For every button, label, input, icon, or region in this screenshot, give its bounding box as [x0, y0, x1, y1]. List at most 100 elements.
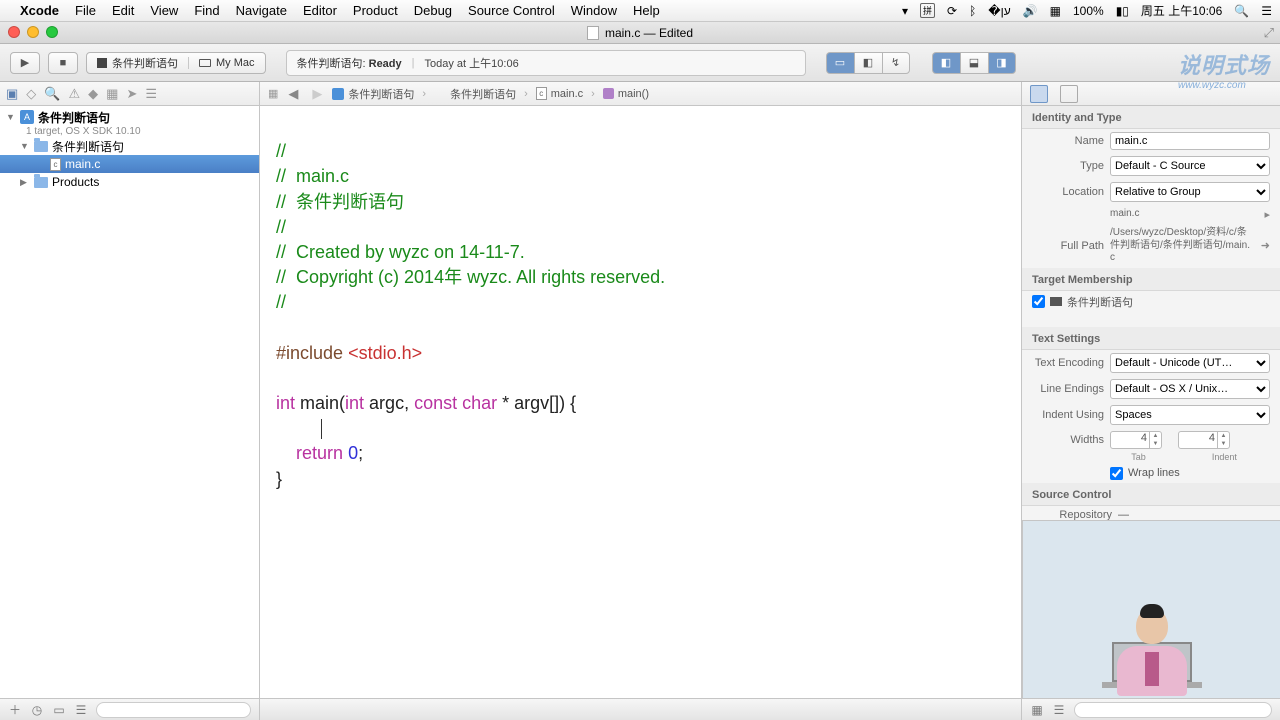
test-navigator-icon[interactable]: ◆ [88, 86, 98, 102]
library-list-icon[interactable]: ☰ [1052, 703, 1066, 717]
menu-help[interactable]: Help [633, 3, 660, 18]
tree-products-row[interactable]: ▶ Products [0, 173, 259, 191]
stop-button[interactable]: ■ [48, 52, 78, 74]
zoom-button[interactable] [46, 26, 58, 38]
source-editor[interactable]: // // main.c // 条件判断语句 // // Created by … [260, 106, 1022, 698]
source-control-header: Source Control [1022, 483, 1280, 506]
navigator-jump-inspector-bar: ▣ ◇ 🔍 ⚠ ◆ ▦ ➤ ☰ ▦ ◀ ▶ 条件判断语句 条件判断语句 cmai… [0, 82, 1280, 106]
scheme-selector[interactable]: 条件判断语句 My Mac [86, 52, 266, 74]
file-inspector-icon[interactable] [1030, 85, 1048, 103]
file-name-field[interactable] [1110, 132, 1270, 150]
filter-icon[interactable]: ☰ [74, 703, 88, 717]
editor-mode-group: ▭ ◧ ↯ [826, 52, 910, 74]
menuextra-volume-icon[interactable]: 🔊 [1023, 4, 1038, 18]
line-endings-select[interactable]: Default - OS X / Unix… [1110, 379, 1270, 399]
recent-files-icon[interactable]: ◷ [30, 703, 44, 717]
window-title: main.c — Edited [605, 26, 693, 40]
report-navigator-icon[interactable]: ☰ [145, 86, 157, 102]
menu-source-control[interactable]: Source Control [468, 3, 555, 18]
breakpoint-navigator-icon[interactable]: ➤ [126, 86, 137, 102]
run-button[interactable]: ▶ [10, 52, 40, 74]
tab-width-stepper[interactable]: 4▲▼ [1110, 431, 1162, 449]
menu-window[interactable]: Window [571, 3, 617, 18]
text-settings-header: Text Settings [1022, 327, 1280, 350]
tree-file-main-c[interactable]: c main.c [0, 155, 259, 173]
menu-view[interactable]: View [150, 3, 178, 18]
assistant-editor-button[interactable]: ◧ [854, 52, 882, 74]
target-membership-checkbox[interactable] [1032, 295, 1045, 308]
menuextra-bluetooth-icon[interactable]: ᛒ [969, 4, 976, 18]
toggle-debug-area-button[interactable]: ⬓ [960, 52, 988, 74]
menu-product[interactable]: Product [353, 3, 398, 18]
tree-project-subtitle: 1 target, OS X SDK 10.10 [0, 126, 259, 137]
function-icon [603, 88, 614, 99]
menuextra-vpn-icon[interactable]: ▾ [902, 4, 908, 18]
quick-help-inspector-icon[interactable] [1060, 85, 1078, 103]
library-filter-field[interactable] [1074, 702, 1272, 718]
menuextra-sync-icon[interactable]: ⟳ [947, 4, 957, 18]
presenter-video-overlay [1022, 520, 1280, 698]
jump-bar[interactable]: ▦ ◀ ▶ 条件判断语句 条件判断语句 cmain.c main() [260, 82, 1022, 105]
minimize-button[interactable] [27, 26, 39, 38]
navigator-filter-field[interactable] [96, 702, 251, 718]
file-type-select[interactable]: Default - C Source [1110, 156, 1270, 176]
menu-app[interactable]: Xcode [20, 3, 59, 18]
identity-and-type-header: Identity and Type [1022, 106, 1280, 129]
close-button[interactable] [8, 26, 20, 38]
fullscreen-icon[interactable]: ⤢ [1264, 25, 1274, 41]
file-icon: c [50, 158, 61, 171]
tree-project-row[interactable]: ▼A 条件判断语句 [0, 108, 259, 126]
toggle-navigator-button[interactable]: ◧ [932, 52, 960, 74]
menu-navigate[interactable]: Navigate [236, 3, 287, 18]
version-editor-button[interactable]: ↯ [882, 52, 910, 74]
reveal-in-finder-icon[interactable]: ➜ [1261, 239, 1270, 252]
menuextra-wifi-icon[interactable]: �ען [988, 4, 1010, 18]
file-icon: c [536, 87, 547, 100]
issue-navigator-icon[interactable]: ⚠ [68, 86, 80, 102]
standard-editor-button[interactable]: ▭ [826, 52, 854, 74]
menu-edit[interactable]: Edit [112, 3, 134, 18]
menu-debug[interactable]: Debug [414, 3, 452, 18]
indent-width-stepper[interactable]: 4▲▼ [1178, 431, 1230, 449]
menu-editor[interactable]: Editor [303, 3, 337, 18]
add-target-icon[interactable]: ＋ [8, 703, 22, 717]
scm-filter-icon[interactable]: ▭ [52, 703, 66, 717]
toggle-utilities-button[interactable]: ◨ [988, 52, 1016, 74]
scheme-target-label: 条件判断语句 [112, 55, 178, 71]
indent-using-select[interactable]: Spaces [1110, 405, 1270, 425]
navigator-selector: ▣ ◇ 🔍 ⚠ ◆ ▦ ➤ ☰ [0, 82, 260, 105]
device-icon [199, 59, 211, 67]
window-titlebar: main.c — Edited ⤢ [0, 22, 1280, 44]
menuextra-battery-icon[interactable]: ▮▯ [1116, 4, 1129, 18]
target-membership-header: Target Membership [1022, 268, 1280, 291]
project-navigator-icon[interactable]: ▣ [6, 86, 18, 102]
text-caret [321, 419, 322, 439]
menuextra-clock[interactable]: 周五 上午10:06 [1141, 2, 1222, 19]
mac-menubar: Xcode File Edit View Find Navigate Edito… [0, 0, 1280, 22]
inspector-selector [1022, 82, 1280, 105]
wrap-lines-checkbox[interactable] [1110, 467, 1123, 480]
menuextra-date-icon[interactable]: ▦ [1050, 4, 1061, 18]
notification-center-icon[interactable]: ☰ [1261, 4, 1272, 18]
full-path-value: /Users/wyzc/Desktop/资料/c/条件判断语句/条件判断语句/m… [1110, 227, 1255, 265]
find-navigator-icon[interactable]: 🔍 [44, 86, 60, 102]
menuextra-input-icon[interactable]: 拼 [920, 3, 935, 18]
location-select[interactable]: Relative to Group [1110, 182, 1270, 202]
debug-navigator-icon[interactable]: ▦ [106, 86, 118, 102]
menu-find[interactable]: Find [194, 3, 219, 18]
choose-location-icon[interactable]: ▸ [1264, 208, 1270, 221]
related-items-icon[interactable]: ▦ [268, 87, 278, 100]
tree-group-row[interactable]: ▼ 条件判断语句 [0, 137, 259, 155]
project-navigator: ▼A 条件判断语句 1 target, OS X SDK 10.10 ▼ 条件判… [0, 106, 260, 698]
history-forward-button[interactable]: ▶ [308, 86, 326, 102]
menu-file[interactable]: File [75, 3, 96, 18]
folder-icon [34, 177, 48, 188]
document-proxy-icon[interactable] [587, 26, 599, 40]
history-back-button[interactable]: ◀ [284, 86, 302, 102]
text-encoding-select[interactable]: Default - Unicode (UT… [1110, 353, 1270, 373]
library-grid-icon[interactable]: ▦ [1030, 703, 1044, 717]
symbol-navigator-icon[interactable]: ◇ [26, 86, 36, 102]
menuextra-battery-pct[interactable]: 100% [1073, 4, 1104, 18]
activity-view: 条件判断语句: Ready | Today at 上午10:06 [286, 50, 806, 76]
spotlight-icon[interactable]: 🔍 [1234, 4, 1249, 18]
